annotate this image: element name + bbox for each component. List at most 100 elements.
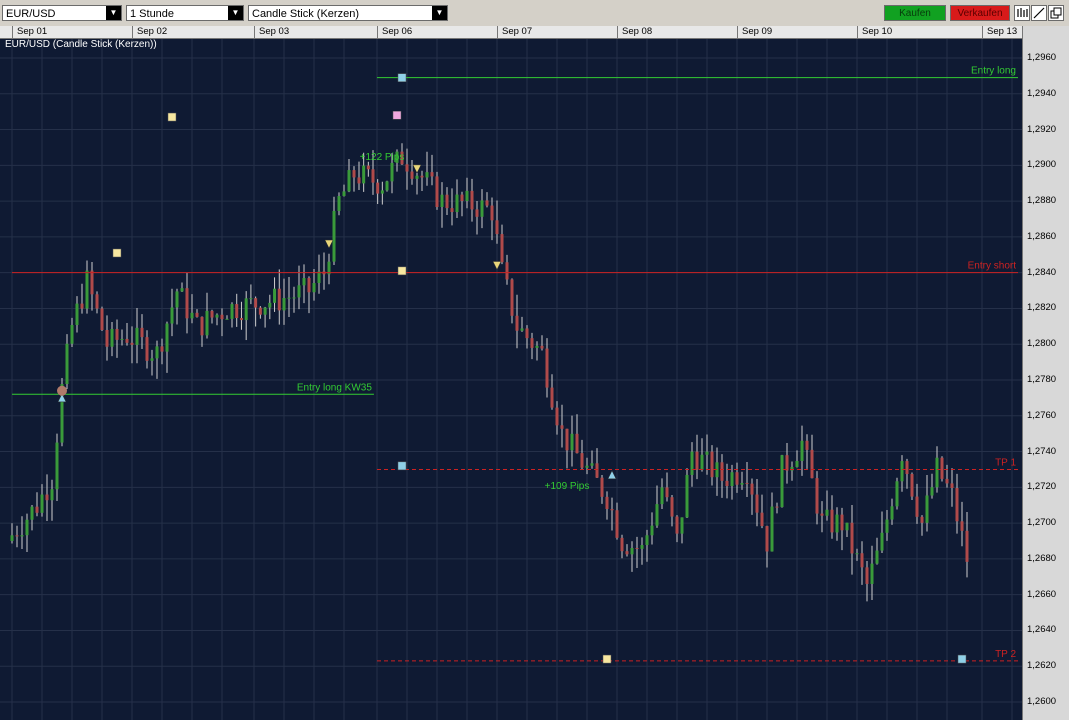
candle-body bbox=[170, 307, 174, 324]
y-tick-label: 1,2840 bbox=[1027, 266, 1057, 278]
pips-annotation: +109 Pips bbox=[545, 481, 590, 492]
candle-body bbox=[790, 466, 794, 471]
chart-type-select[interactable]: Candle Stick (Kerzen) ▼ bbox=[248, 5, 448, 21]
candle-body bbox=[244, 298, 248, 321]
candle-body bbox=[287, 297, 291, 299]
candle-body bbox=[480, 200, 484, 217]
candle-body bbox=[195, 312, 199, 317]
y-tick-label: 1,2880 bbox=[1027, 195, 1057, 207]
x-tick-label: Sep 10 bbox=[857, 26, 892, 38]
candle-body bbox=[615, 510, 619, 538]
candle-body bbox=[930, 487, 934, 496]
candle-body bbox=[200, 316, 204, 336]
square-marker bbox=[397, 73, 407, 82]
candle-body bbox=[210, 310, 214, 318]
chart-area[interactable]: Entry long Entry short Entry long KW35 TP 1… bbox=[0, 26, 1069, 720]
candle-body bbox=[215, 314, 219, 318]
candle-body bbox=[445, 194, 449, 209]
chart-bars-icon[interactable] bbox=[1014, 5, 1030, 21]
candle-body bbox=[292, 297, 296, 299]
sell-button[interactable]: Verkaufen bbox=[950, 5, 1010, 21]
candle-body bbox=[120, 338, 124, 340]
y-tick-label: 1,2920 bbox=[1027, 123, 1057, 135]
candle-body bbox=[302, 278, 306, 286]
y-tick-label: 1,2940 bbox=[1027, 87, 1057, 99]
candle-body bbox=[150, 358, 154, 361]
chart-plot[interactable]: Entry long Entry short Entry long KW35 TP 1… bbox=[0, 26, 1022, 720]
candle-body bbox=[110, 328, 114, 347]
candle-body bbox=[925, 495, 929, 523]
candle-body bbox=[268, 302, 272, 308]
candle-body bbox=[175, 291, 179, 308]
candle-body bbox=[955, 488, 959, 522]
y-tick-label: 1,2960 bbox=[1027, 52, 1057, 63]
candle-body bbox=[263, 307, 267, 315]
buy-button[interactable]: Kaufen bbox=[884, 5, 946, 21]
pips-annotation: +122 Pips bbox=[360, 152, 405, 163]
chevron-down-icon[interactable]: ▼ bbox=[432, 6, 447, 20]
y-tick-label: 1,2900 bbox=[1027, 159, 1057, 171]
candle-body bbox=[730, 472, 734, 487]
candle-body bbox=[239, 318, 243, 321]
candle-body bbox=[705, 451, 709, 455]
chevron-down-icon[interactable]: ▼ bbox=[228, 6, 243, 20]
x-tick-label: Sep 01 bbox=[12, 26, 47, 38]
candle-body bbox=[337, 196, 341, 211]
timeframe-select[interactable]: 1 Stunde ▼ bbox=[126, 5, 244, 21]
candle-body bbox=[550, 387, 554, 408]
candle-body bbox=[254, 298, 258, 308]
candle-body bbox=[155, 346, 159, 359]
candle-body bbox=[815, 478, 819, 514]
candle-body bbox=[675, 516, 679, 534]
candle-body bbox=[835, 514, 839, 533]
candle-body bbox=[850, 522, 854, 554]
x-tick-label: Sep 02 bbox=[132, 26, 167, 38]
instrument-select[interactable]: EUR/USD ▼ bbox=[2, 5, 122, 21]
candle-body bbox=[780, 455, 784, 508]
candle-body bbox=[495, 220, 499, 235]
square-marker bbox=[392, 110, 402, 120]
candle-body bbox=[430, 172, 434, 177]
chart-title: EUR/USD (Candle Stick (Kerzen)) bbox=[5, 39, 157, 50]
y-tick-label: 1,2780 bbox=[1027, 374, 1057, 385]
y-tick-label: 1,2600 bbox=[1027, 696, 1057, 707]
candle-body bbox=[585, 465, 589, 468]
candle-body bbox=[347, 170, 351, 192]
toolbar: EUR/USD ▼ 1 Stunde ▼ Candle Stick (Kerze… bbox=[0, 0, 1069, 27]
candle-body bbox=[700, 454, 704, 470]
candle-body bbox=[960, 521, 964, 531]
candle-body bbox=[125, 338, 129, 343]
candle-body bbox=[50, 489, 54, 501]
candle-body bbox=[225, 318, 229, 320]
chevron-down-icon[interactable]: ▼ bbox=[106, 6, 121, 20]
candle-body bbox=[545, 348, 549, 388]
candle-body bbox=[357, 177, 361, 184]
candle-body bbox=[950, 483, 954, 489]
square-marker bbox=[397, 461, 407, 471]
candle-body bbox=[600, 477, 604, 497]
candle-body bbox=[610, 508, 614, 511]
y-axis: 1,2960 1,2940 1,2920 1,2900 1,2880 1,2860 1,28… bbox=[1022, 26, 1069, 720]
candle-body bbox=[525, 328, 529, 339]
candle-body bbox=[180, 288, 184, 292]
y-tick-label: 1,2860 bbox=[1027, 230, 1057, 242]
candle-body bbox=[710, 451, 714, 478]
candle-body bbox=[605, 496, 609, 509]
candle-body bbox=[450, 208, 454, 213]
candle-body bbox=[935, 457, 939, 488]
candle-body bbox=[895, 481, 899, 507]
candle-body bbox=[910, 474, 914, 497]
candle-body bbox=[505, 262, 509, 280]
candle-body bbox=[665, 487, 669, 498]
candle-body bbox=[30, 506, 34, 520]
draw-line-icon[interactable] bbox=[1031, 5, 1047, 21]
detach-window-icon[interactable] bbox=[1048, 5, 1064, 21]
candle-body bbox=[770, 506, 774, 552]
candle-body bbox=[205, 310, 209, 336]
candle-body bbox=[830, 509, 834, 533]
x-tick-label: Sep 08 bbox=[617, 26, 652, 38]
x-tick-label: Sep 13 bbox=[982, 26, 1017, 38]
candle-body bbox=[115, 328, 119, 340]
level-label: TP 1 bbox=[995, 457, 1016, 468]
candle-body bbox=[490, 205, 494, 221]
